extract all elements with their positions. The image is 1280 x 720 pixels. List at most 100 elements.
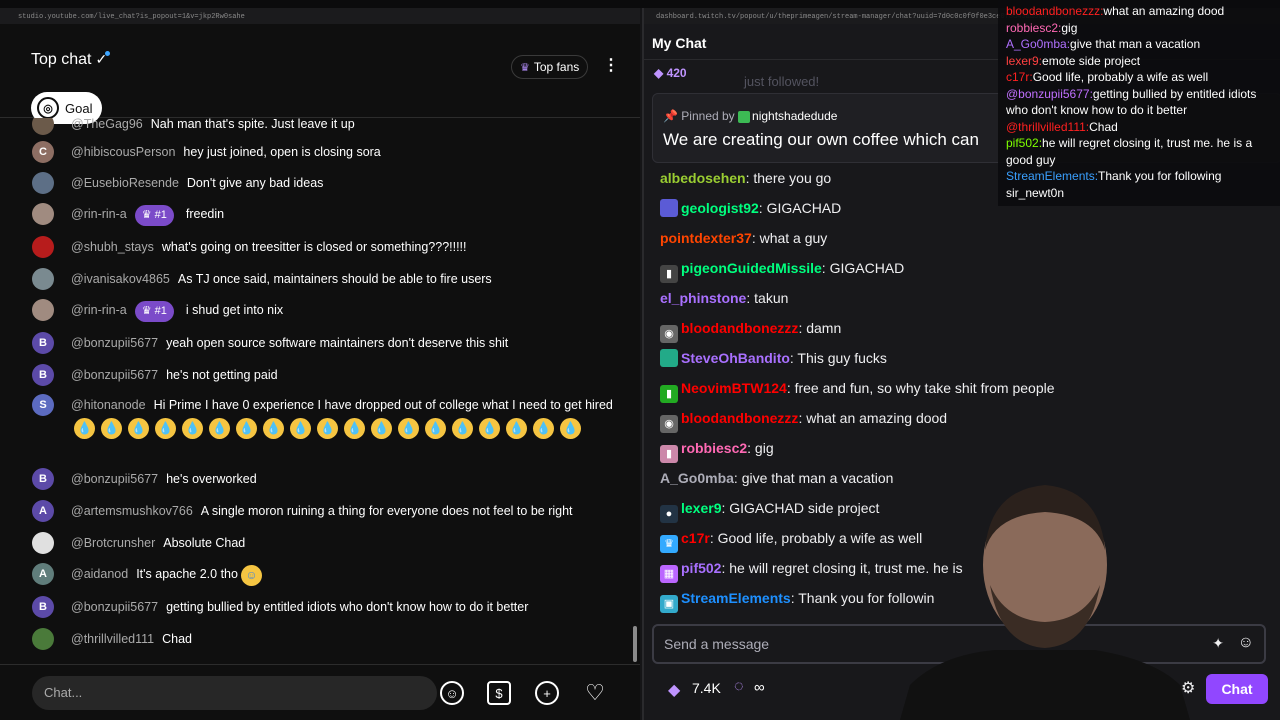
pinned-by-user[interactable]: nightshadedude [752,109,837,123]
twitch-username[interactable]: bloodandbonezzz [681,410,798,426]
bits-balance-icon[interactable]: ◆ [668,680,680,700]
top-chat-dropdown[interactable]: Top chat ✓ [31,51,111,69]
twitch-username[interactable]: c17r [681,530,710,546]
twitch-username[interactable]: NeovimBTW124 [681,380,787,396]
twitch-username[interactable]: SteveOhBandito [681,350,790,366]
overlay-username: pif502: [1006,136,1043,150]
super-chat-icon[interactable]: $ [487,681,511,705]
youtube-message: @shubh_stays what's going on treesitter i… [32,236,622,258]
message-text: Hi Prime I have 0 experience I have drop… [153,398,613,412]
message-author[interactable]: @bonzupii5677 [71,472,158,486]
message-author[interactable]: @bonzupii5677 [71,336,158,350]
avatar[interactable] [32,299,54,321]
twitch-username[interactable]: A_Go0mba [660,470,734,486]
twitch-username[interactable]: albedosehen [660,170,746,186]
twitch-message-text: : what an amazing dood [798,410,948,426]
user-badge-icon[interactable]: ▮ [660,445,678,463]
channel-points[interactable]: ◆ 420 [654,66,687,80]
twitch-message-text: : Good life, probably a wife as well [709,530,923,546]
person-shoulders [900,650,1190,720]
avatar[interactable]: B [32,332,54,354]
avatar[interactable] [32,268,54,290]
message-author[interactable]: @shubh_stays [71,240,154,254]
message-body: @rin-rin-a ♛ #1 i shud get into nix [71,299,283,322]
message-author[interactable]: @bonzupii5677 [71,368,158,382]
avatar[interactable]: A [32,563,54,585]
twitch-username[interactable]: lexer9 [681,500,721,516]
badge-rank: #1 [154,305,167,317]
youtube-url-bar[interactable]: studio.youtube.com/live_chat?is_popout=1… [0,8,640,24]
chat-send-button[interactable]: Chat [1206,674,1268,704]
message-text: what's going on treesitter is closed or … [161,240,467,254]
message-text: Chad [162,632,192,646]
emoji-icon[interactable]: ☺ [440,681,464,705]
message-author[interactable]: @hitonanode [71,398,146,412]
message-author[interactable]: @hibiscousPerson [71,145,175,159]
crying-emoji-icon: 💧 [560,418,581,440]
crying-emoji-icon: 💧 [425,418,446,440]
youtube-chat-input[interactable]: Chat... [32,676,437,710]
avatar[interactable] [32,532,54,554]
twitch-username[interactable]: pointdexter37 [660,230,752,246]
avatar[interactable]: A [32,500,54,522]
youtube-chat-footer: Chat... ☺ $ + ♡ [0,664,640,720]
twitch-username[interactable]: pigeonGuidedMissile [681,260,822,276]
twitch-message-text: : there you go [745,170,832,186]
message-author[interactable]: @thrillvilled111 [71,632,154,646]
message-author[interactable]: @aidanod [71,567,128,581]
pinned-message-text: We are creating our own coffee which can [663,130,979,149]
add-icon[interactable]: + [535,681,559,705]
user-badge-icon[interactable]: ▮ [660,385,678,403]
user-badge-icon[interactable] [660,199,678,217]
twitch-username[interactable]: StreamElements [681,590,791,606]
user-badge-icon[interactable]: ▦ [660,565,678,583]
message-author[interactable]: @bonzupii5677 [71,600,158,614]
avatar[interactable]: S [32,394,54,416]
emote-picker-icon[interactable]: ☺ [1238,634,1254,652]
message-author[interactable]: @TheGag96 [71,118,143,131]
twitch-username[interactable]: pif502 [681,560,721,576]
message-author[interactable]: @rin-rin-a [71,303,127,317]
crying-emoji-icon: 💧 [290,418,311,440]
user-badge-icon[interactable]: ◉ [660,325,678,343]
avatar[interactable] [32,628,54,650]
user-badge-icon[interactable]: ♛ [660,535,678,553]
overlay-message: bloodandbonezzz:what an amazing dood [1006,3,1272,20]
message-author[interactable]: @Brotcrunsher [71,536,155,550]
message-author[interactable]: @rin-rin-a [71,207,127,221]
user-badge-icon[interactable]: ◉ [660,415,678,433]
message-author[interactable]: @ivanisakov4865 [71,272,170,286]
avatar[interactable] [32,172,54,194]
pinned-by: 📌 Pinned by nightshadedude [663,109,837,123]
crying-emoji-icon: 💧 [236,418,257,440]
viewer-count: 7.4K [692,680,721,696]
user-badge-icon[interactable]: ● [660,505,678,523]
twitch-username[interactable]: bloodandbonezzz [681,320,798,336]
avatar[interactable] [32,118,54,135]
avatar[interactable]: B [32,468,54,490]
twitch-message: ▮ pigeonGuidedMissile: GIGACHAD [660,258,1260,283]
crying-emoji-icon: 💧 [263,418,284,440]
youtube-message-list[interactable]: @TheGag96 Nah man that's spite. Just leav… [0,118,640,662]
avatar[interactable]: B [32,364,54,386]
message-author[interactable]: @artemsmushkov766 [71,504,193,518]
youtube-scrollbar[interactable] [633,626,637,662]
avatar[interactable] [32,203,54,225]
twitch-username[interactable]: robbiesc2 [681,440,747,456]
followed-notice: just followed! [744,74,820,89]
user-badge-icon[interactable] [660,349,678,367]
more-options-icon[interactable]: ⋮ [603,58,619,74]
avatar[interactable]: C [32,141,54,163]
overlay-username: @thrillvilled111: [1006,119,1090,134]
top-fans-button[interactable]: ♛ Top fans [511,55,589,79]
user-badge-icon[interactable]: ▮ [660,265,678,283]
twitch-username[interactable]: geologist92 [681,200,759,216]
message-author[interactable]: @EusebioResende [71,176,179,190]
overlay-message: StreamElements:Thank you for following s… [1006,168,1272,201]
avatar[interactable] [32,236,54,258]
twitch-username[interactable]: el_phinstone [660,290,746,306]
bits-icon[interactable]: ✦ [1212,635,1224,652]
avatar[interactable]: B [32,596,54,618]
heart-icon[interactable]: ♡ [583,680,607,705]
user-badge-icon[interactable]: ▣ [660,595,678,613]
